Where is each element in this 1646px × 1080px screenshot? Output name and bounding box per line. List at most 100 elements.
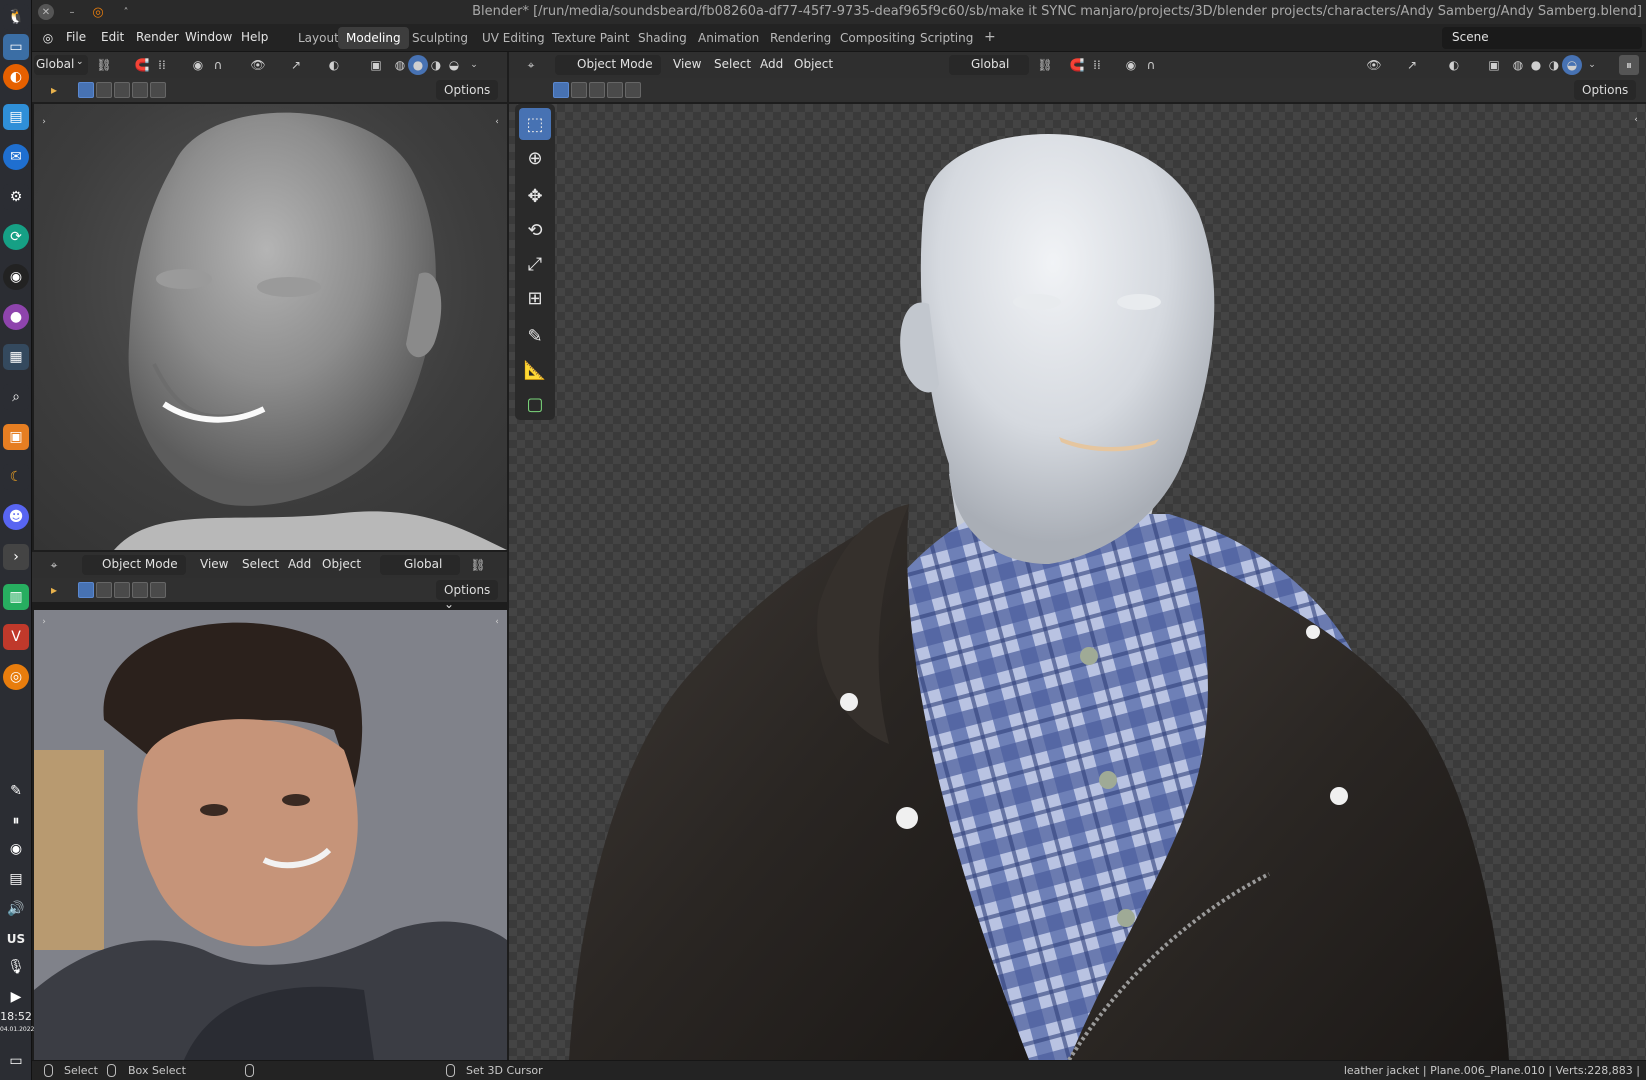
terminal-icon[interactable]: › xyxy=(3,544,29,570)
menu-window[interactable]: Window xyxy=(185,30,232,44)
tab-uv-editing[interactable]: UV Editing xyxy=(474,27,553,49)
select-intersect-button[interactable] xyxy=(150,582,166,598)
expand-tray-icon[interactable]: ▶ xyxy=(3,984,29,1010)
material-shading-icon[interactable]: ◑ xyxy=(1544,55,1564,75)
menu-render[interactable]: Render xyxy=(136,30,179,44)
top-left-viewport[interactable]: › ‹ xyxy=(34,104,507,550)
volume-icon[interactable]: 🔊 xyxy=(3,896,29,922)
tab-sculpting[interactable]: Sculpting xyxy=(404,27,476,49)
solid-shading-icon[interactable]: ● xyxy=(1526,55,1546,75)
solid-shading-icon[interactable]: ● xyxy=(408,55,428,75)
network-icon[interactable]: ⚙ xyxy=(3,184,29,210)
mode-dropdown[interactable]: Object Mode xyxy=(555,55,661,75)
select-tool-icon[interactable]: ▸ xyxy=(44,580,64,600)
select-extend-button[interactable] xyxy=(571,82,587,98)
falloff-icon[interactable]: ∩ xyxy=(208,55,228,75)
microphone-icon[interactable]: 🎙 xyxy=(3,954,29,980)
tab-modeling[interactable]: Modeling xyxy=(338,27,409,49)
select-extend-button[interactable] xyxy=(96,582,112,598)
move-tool-icon[interactable]: ✥ xyxy=(519,180,551,212)
show-desktop-icon[interactable]: ▭ xyxy=(3,1048,29,1074)
desktop-icon[interactable]: ▭ xyxy=(3,34,29,60)
menu-view[interactable]: View xyxy=(200,557,228,571)
select-intersect-button[interactable] xyxy=(150,82,166,98)
clipboard-icon[interactable]: ▤ xyxy=(3,866,29,892)
expand-sidebar-icon[interactable]: ‹ xyxy=(487,612,507,632)
shading-dropdown-icon[interactable]: ⌄ xyxy=(1582,55,1602,75)
snap-icon[interactable]: 🧲 xyxy=(1067,55,1087,75)
shading-dropdown-icon[interactable]: ⌄ xyxy=(464,55,484,75)
options-dropdown[interactable]: Options ⌄ xyxy=(1574,80,1636,111)
pivot-icon[interactable]: ⛓ xyxy=(468,555,488,575)
tab-texture-paint[interactable]: Texture Paint xyxy=(544,27,637,49)
wireframe-shading-icon[interactable]: ◍ xyxy=(390,55,410,75)
proportional-edit-icon[interactable]: ◉ xyxy=(1121,55,1141,75)
tab-shading[interactable]: Shading xyxy=(630,27,695,49)
expand-sidebar-icon[interactable]: ‹ xyxy=(487,112,507,132)
options-dropdown[interactable]: Options ⌄ xyxy=(436,580,498,611)
transform-orientation-dropdown[interactable]: Global ⌄ xyxy=(34,55,88,75)
transform-tool-icon[interactable]: ⊞ xyxy=(519,282,551,314)
overlay-icon[interactable]: ◐ xyxy=(324,55,344,75)
tab-scripting[interactable]: Scripting xyxy=(912,27,981,49)
measure-tool-icon[interactable]: 📐 xyxy=(519,354,551,386)
orientation-dropdown[interactable]: Global xyxy=(949,55,1029,75)
thunderbird-icon[interactable]: ✉ xyxy=(3,144,29,170)
visibility-icon[interactable]: 👁 xyxy=(248,55,268,75)
material-shading-icon[interactable]: ◑ xyxy=(426,55,446,75)
screenshot-icon[interactable]: ▣ xyxy=(3,424,29,450)
close-icon[interactable]: ✕ xyxy=(38,4,54,20)
pivot-icon[interactable]: ⛓ xyxy=(94,55,114,75)
snap-icon[interactable]: 🧲 xyxy=(132,55,152,75)
mode-dropdown[interactable]: Object Mode xyxy=(82,555,186,575)
minimize-icon[interactable]: – xyxy=(64,4,80,20)
select-subtract-button[interactable] xyxy=(589,82,605,98)
expand-toolbar-icon[interactable]: › xyxy=(34,612,54,632)
menu-object[interactable]: Object xyxy=(794,57,833,71)
select-new-button[interactable] xyxy=(553,82,569,98)
vivaldi-icon[interactable]: V xyxy=(3,624,29,650)
select-subtract-button[interactable] xyxy=(114,82,130,98)
menu-select[interactable]: Select xyxy=(714,57,751,71)
rendered-shading-icon[interactable]: ◒ xyxy=(444,55,464,75)
proportional-edit-icon[interactable]: ◉ xyxy=(188,55,208,75)
main-viewport[interactable]: ⬚ ⊕ ✥ ⟲ ⤢ ⊞ ✎ 📐 ▢ ‹ xyxy=(509,104,1646,1060)
pause-render-icon[interactable]: ⏸ xyxy=(1619,55,1639,75)
visibility-icon[interactable]: 👁 xyxy=(1364,55,1384,75)
tab-compositing[interactable]: Compositing xyxy=(832,27,923,49)
expand-sidebar-icon[interactable]: ‹ xyxy=(1626,110,1646,130)
bottom-left-viewport-reference[interactable]: › ‹ xyxy=(34,610,507,1060)
gizmo-icon[interactable]: ↗ xyxy=(286,55,306,75)
menu-file[interactable]: File xyxy=(66,30,86,44)
snap-grid-icon[interactable]: ⁞⁞ xyxy=(1087,55,1107,75)
clock-time[interactable]: 18:52 xyxy=(0,1010,32,1023)
select-tool-icon[interactable]: ▸ xyxy=(44,80,64,100)
keyboard-layout[interactable]: US xyxy=(0,932,32,946)
tab-rendering[interactable]: Rendering xyxy=(762,27,839,49)
blender-dock-icon[interactable]: ◎ xyxy=(3,664,29,690)
menu-add[interactable]: Add xyxy=(288,557,311,571)
orientation-dropdown[interactable]: Global xyxy=(380,555,460,575)
obs-icon[interactable]: ◉ xyxy=(3,264,29,290)
sync-icon[interactable]: ⟳ xyxy=(3,224,29,250)
tab-animation[interactable]: Animation xyxy=(690,27,767,49)
files-icon[interactable]: ▤ xyxy=(3,104,29,130)
xray-icon[interactable]: ▣ xyxy=(1484,55,1504,75)
editor-type-icon[interactable]: ⌖ xyxy=(521,55,541,75)
select-new-button[interactable] xyxy=(78,582,94,598)
options-dropdown[interactable]: Options ⌄ xyxy=(436,80,498,111)
menu-view[interactable]: View xyxy=(673,57,701,71)
maximize-icon[interactable]: ˄ xyxy=(118,4,134,20)
spreadsheet-icon[interactable]: ▥ xyxy=(3,584,29,610)
search-icon[interactable]: ⌕ xyxy=(3,384,29,410)
falloff-icon[interactable]: ∩ xyxy=(1141,55,1161,75)
select-invert-button[interactable] xyxy=(607,82,623,98)
menu-add[interactable]: Add xyxy=(760,57,783,71)
pause-icon[interactable]: ⏸ xyxy=(3,808,29,834)
blender-menu-icon[interactable]: ◎ xyxy=(38,28,58,48)
discord-icon[interactable]: ☻ xyxy=(3,504,29,530)
editor-type-icon[interactable]: ⌖ xyxy=(44,555,64,575)
xray-icon[interactable]: ▣ xyxy=(366,55,386,75)
night-light-icon[interactable]: ☾ xyxy=(3,464,29,490)
scale-tool-icon[interactable]: ⤢ xyxy=(519,248,551,280)
